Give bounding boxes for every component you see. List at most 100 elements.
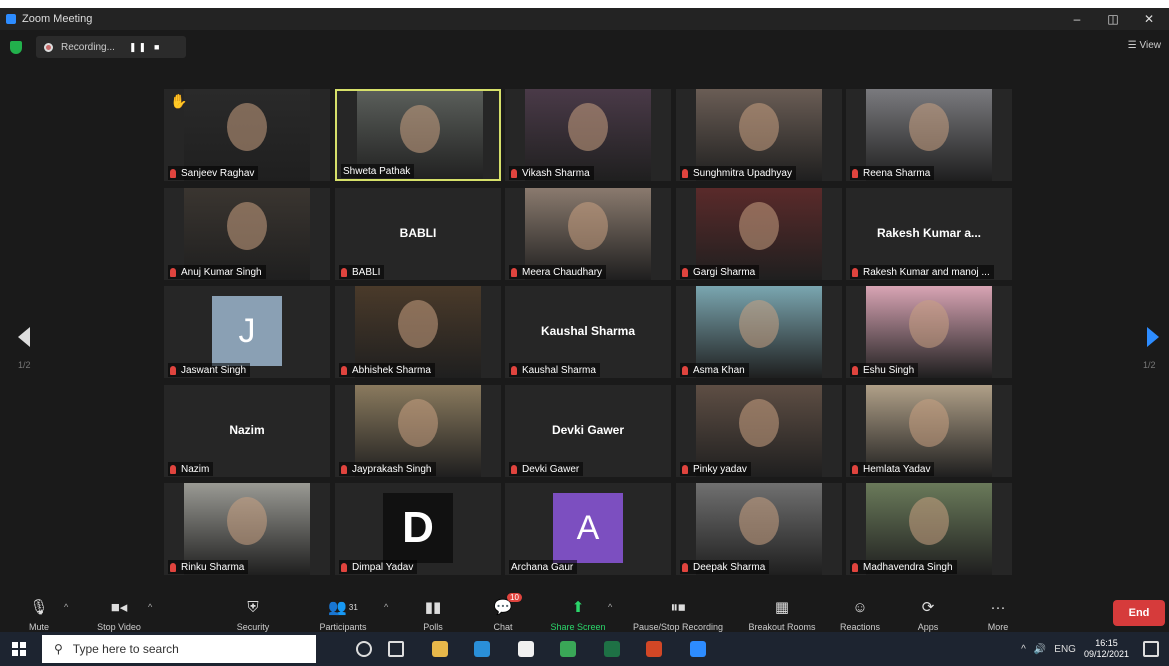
- participant-silhouette: [227, 497, 267, 545]
- participants-button[interactable]: 👥 31 Participants: [308, 596, 378, 632]
- participant-tile[interactable]: ✋ Sanjeev Raghav: [164, 89, 330, 181]
- task-view-icon[interactable]: [388, 641, 404, 657]
- view-button[interactable]: ☰ View: [1128, 40, 1161, 51]
- excel-icon[interactable]: [604, 641, 620, 657]
- participant-tile[interactable]: Kaushal Sharma Kaushal Sharma: [505, 286, 671, 378]
- participant-name: Hemlata Yadav: [863, 463, 931, 475]
- volume-icon[interactable]: 🔊: [1034, 644, 1046, 655]
- cortana-icon[interactable]: [356, 641, 372, 657]
- participant-name-label: Sanjeev Raghav: [168, 166, 259, 180]
- participant-name-label: Meera Chaudhary: [509, 265, 607, 279]
- stop-recording-button[interactable]: ■: [154, 42, 161, 52]
- share-screen-button[interactable]: ⬆ Share Screen: [543, 596, 613, 632]
- reactions-label: Reactions: [839, 622, 881, 632]
- end-meeting-button[interactable]: End: [1113, 600, 1165, 626]
- pause-stop-recording-label: Pause/Stop Recording: [632, 622, 724, 632]
- participant-tile[interactable]: Asma Khan: [676, 286, 842, 378]
- restore-button[interactable]: ◫: [1096, 8, 1130, 30]
- share-options-caret-icon[interactable]: ^: [608, 602, 612, 612]
- participant-tile[interactable]: Rakesh Kumar a... Rakesh Kumar and manoj …: [846, 188, 1012, 280]
- participant-tile[interactable]: A Archana Gaur: [505, 483, 671, 575]
- window-title: Zoom Meeting: [22, 13, 93, 25]
- apps-button[interactable]: ⟳ Apps: [893, 596, 963, 632]
- participant-display-name: Nazim: [229, 423, 265, 437]
- participant-tile[interactable]: Nazim Nazim: [164, 385, 330, 477]
- participant-tile[interactable]: Eshu Singh: [846, 286, 1012, 378]
- participants-caret-icon[interactable]: ^: [384, 602, 388, 612]
- participant-tile[interactable]: Devki Gawer Devki Gawer: [505, 385, 671, 477]
- participant-tile[interactable]: Gargi Sharma: [676, 188, 842, 280]
- participant-tile[interactable]: Reena Sharma: [846, 89, 1012, 181]
- participant-tile[interactable]: Vikash Sharma: [505, 89, 671, 181]
- previous-page-arrow-icon[interactable]: [16, 326, 32, 348]
- video-camera-icon: ■◂: [110, 599, 128, 616]
- powerpoint-icon[interactable]: [646, 641, 662, 657]
- pause-recording-button[interactable]: ❚❚: [129, 42, 148, 53]
- participant-silhouette: [398, 300, 438, 348]
- taskbar-clock[interactable]: 16:15 09/12/2021: [1084, 638, 1129, 660]
- participant-name: Anuj Kumar Singh: [181, 266, 262, 278]
- participant-tile[interactable]: BABLI BABLI: [335, 188, 501, 280]
- encryption-shield-icon[interactable]: [10, 41, 22, 54]
- video-options-caret-icon[interactable]: ^: [148, 602, 152, 612]
- tray-chevron-icon[interactable]: ^: [1021, 644, 1026, 655]
- participant-name: Pinky yadav: [693, 463, 747, 475]
- language-indicator[interactable]: ENG: [1054, 644, 1076, 655]
- participant-name: Rinku Sharma: [181, 561, 245, 573]
- participant-silhouette: [909, 300, 949, 348]
- taskbar-search-box[interactable]: ⚲ Type here to search: [42, 635, 316, 663]
- participants-icon: 👥 31: [328, 599, 358, 616]
- participant-tile[interactable]: Sunghmitra Upadhyay: [676, 89, 842, 181]
- participant-name-label: Dimpal Yadav: [339, 560, 418, 574]
- more-dots-icon: ···: [990, 598, 1006, 616]
- zoom-icon[interactable]: [690, 641, 706, 657]
- stop-video-button[interactable]: ■◂ Stop Video: [84, 596, 154, 632]
- breakout-rooms-button[interactable]: ▦ Breakout Rooms: [742, 596, 822, 632]
- participant-tile[interactable]: Abhishek Sharma: [335, 286, 501, 378]
- participant-tile[interactable]: Deepak Sharma: [676, 483, 842, 575]
- minimize-button[interactable]: –: [1060, 8, 1094, 30]
- participant-tile[interactable]: Rinku Sharma: [164, 483, 330, 575]
- participant-tile[interactable]: J Jaswant Singh: [164, 286, 330, 378]
- participant-avatar: A: [553, 493, 623, 563]
- participant-tile[interactable]: Shweta Pathak: [335, 89, 501, 181]
- security-button[interactable]: ⛨ Security: [218, 596, 288, 633]
- security-shield-icon: ⛨: [247, 598, 259, 616]
- chat-bubble-icon: 💬 10: [468, 593, 538, 618]
- notifications-icon[interactable]: [1143, 641, 1159, 657]
- participant-tile[interactable]: Madhavendra Singh: [846, 483, 1012, 575]
- muted-mic-icon: [682, 267, 688, 277]
- muted-mic-icon: [341, 464, 347, 474]
- muted-mic-icon: [341, 365, 347, 375]
- file-explorer-icon[interactable]: [432, 641, 448, 657]
- muted-mic-icon: [511, 365, 517, 375]
- participant-tile[interactable]: Meera Chaudhary: [505, 188, 671, 280]
- reactions-button[interactable]: ☺ Reactions: [825, 596, 895, 633]
- participant-display-name: BABLI: [399, 226, 437, 240]
- notepad-icon[interactable]: [518, 641, 534, 657]
- chat-button[interactable]: 💬 10 Chat: [468, 593, 538, 632]
- participant-name: Abhishek Sharma: [352, 364, 431, 376]
- chrome-icon[interactable]: [560, 641, 576, 657]
- mute-label: Mute: [28, 622, 49, 632]
- participant-tile[interactable]: Pinky yadav: [676, 385, 842, 477]
- audio-options-caret-icon[interactable]: ^: [64, 602, 68, 612]
- participant-display-name: Kaushal Sharma: [540, 324, 636, 338]
- participant-tile[interactable]: Hemlata Yadav: [846, 385, 1012, 477]
- participant-name-label: Eshu Singh: [850, 363, 919, 377]
- next-page-arrow-icon[interactable]: [1145, 326, 1161, 348]
- muted-mic-icon: [852, 464, 858, 474]
- more-button[interactable]: ··· More: [963, 596, 1033, 633]
- participant-tile[interactable]: D Dimpal Yadav: [335, 483, 501, 575]
- participant-name: Sunghmitra Upadhyay: [693, 167, 792, 179]
- close-button[interactable]: ✕: [1132, 8, 1166, 30]
- participant-tile[interactable]: Anuj Kumar Singh: [164, 188, 330, 280]
- participant-name: Reena Sharma: [863, 167, 931, 179]
- polls-button[interactable]: ▮▮ Polls: [398, 596, 468, 632]
- participant-tile[interactable]: Jayprakash Singh: [335, 385, 501, 477]
- edge-icon[interactable]: [474, 641, 490, 657]
- pause-stop-recording-button[interactable]: ⏸⏹ Pause/Stop Recording: [628, 596, 728, 633]
- muted-mic-icon: [682, 464, 688, 474]
- chat-label: Chat: [493, 622, 513, 632]
- windows-start-icon[interactable]: [12, 642, 26, 656]
